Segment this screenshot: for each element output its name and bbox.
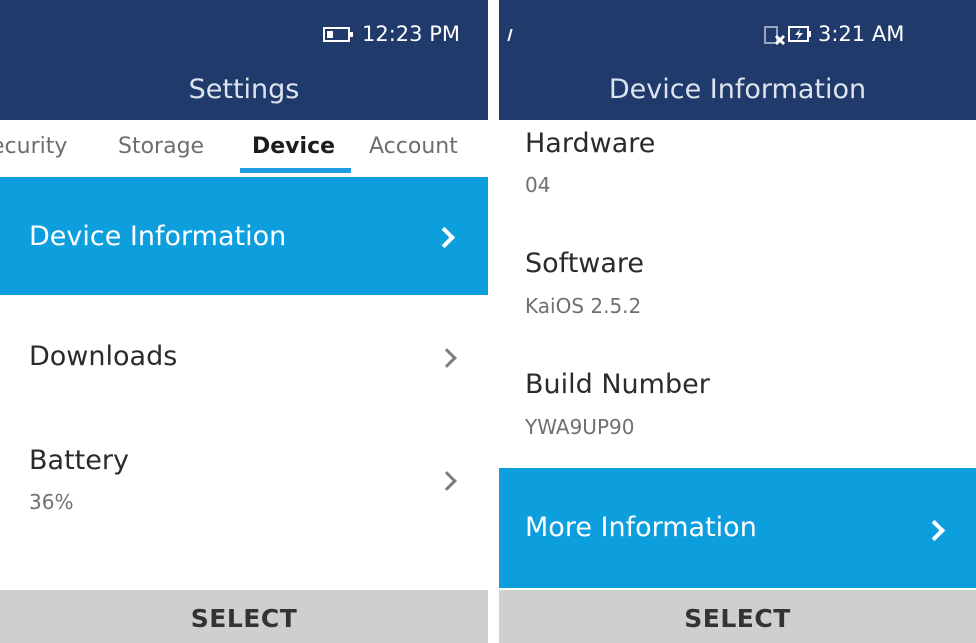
chevron-right-icon (437, 471, 457, 491)
chevron-right-icon (433, 226, 456, 249)
status-bar: 12:23 PM (0, 0, 488, 62)
settings-screen: 12:23 PM Settings ecurity Storage Device… (0, 0, 488, 643)
battery-percent: 36% (29, 490, 74, 514)
more-information-item[interactable]: More Information (499, 468, 976, 588)
build-number-value: YWA9UP90 (525, 415, 635, 439)
downloads-item[interactable]: Downloads (0, 297, 488, 415)
status-bar: 3:21 AM (499, 0, 976, 62)
status-time: 12:23 PM (362, 22, 460, 46)
software-label: Software (525, 248, 645, 279)
charging-battery-icon (788, 26, 811, 42)
page-title: Device Information (499, 62, 976, 120)
chevron-right-icon (923, 519, 946, 542)
tab-device[interactable]: Device (252, 134, 335, 159)
signal-icon (507, 29, 513, 41)
chevron-right-icon (437, 348, 457, 368)
battery-icon (323, 27, 353, 42)
select-softkey[interactable]: SELECT (499, 590, 976, 643)
device-information-label: Device Information (29, 221, 287, 252)
tab-security[interactable]: ecurity (0, 134, 67, 159)
tab-account[interactable]: Account (369, 134, 458, 159)
no-sim-icon (764, 26, 786, 45)
active-tab-indicator (240, 168, 351, 173)
hardware-value: 04 (525, 173, 551, 197)
page-title: Settings (0, 62, 488, 120)
software-value: KaiOS 2.5.2 (525, 294, 642, 318)
select-softkey[interactable]: SELECT (0, 590, 488, 643)
battery-item[interactable]: Battery 36% (0, 415, 488, 533)
hardware-label: Hardware (525, 128, 656, 159)
battery-label: Battery (29, 445, 129, 476)
status-time: 3:21 AM (818, 22, 905, 46)
device-information-screen: 3:21 AM Device Information Hardware 04 S… (499, 0, 976, 643)
build-number-label: Build Number (525, 369, 710, 400)
downloads-label: Downloads (29, 341, 178, 372)
tab-bar: ecurity Storage Device Account (0, 120, 488, 176)
tab-storage[interactable]: Storage (118, 134, 204, 159)
device-information-item[interactable]: Device Information (0, 177, 488, 295)
more-information-label: More Information (525, 512, 757, 543)
